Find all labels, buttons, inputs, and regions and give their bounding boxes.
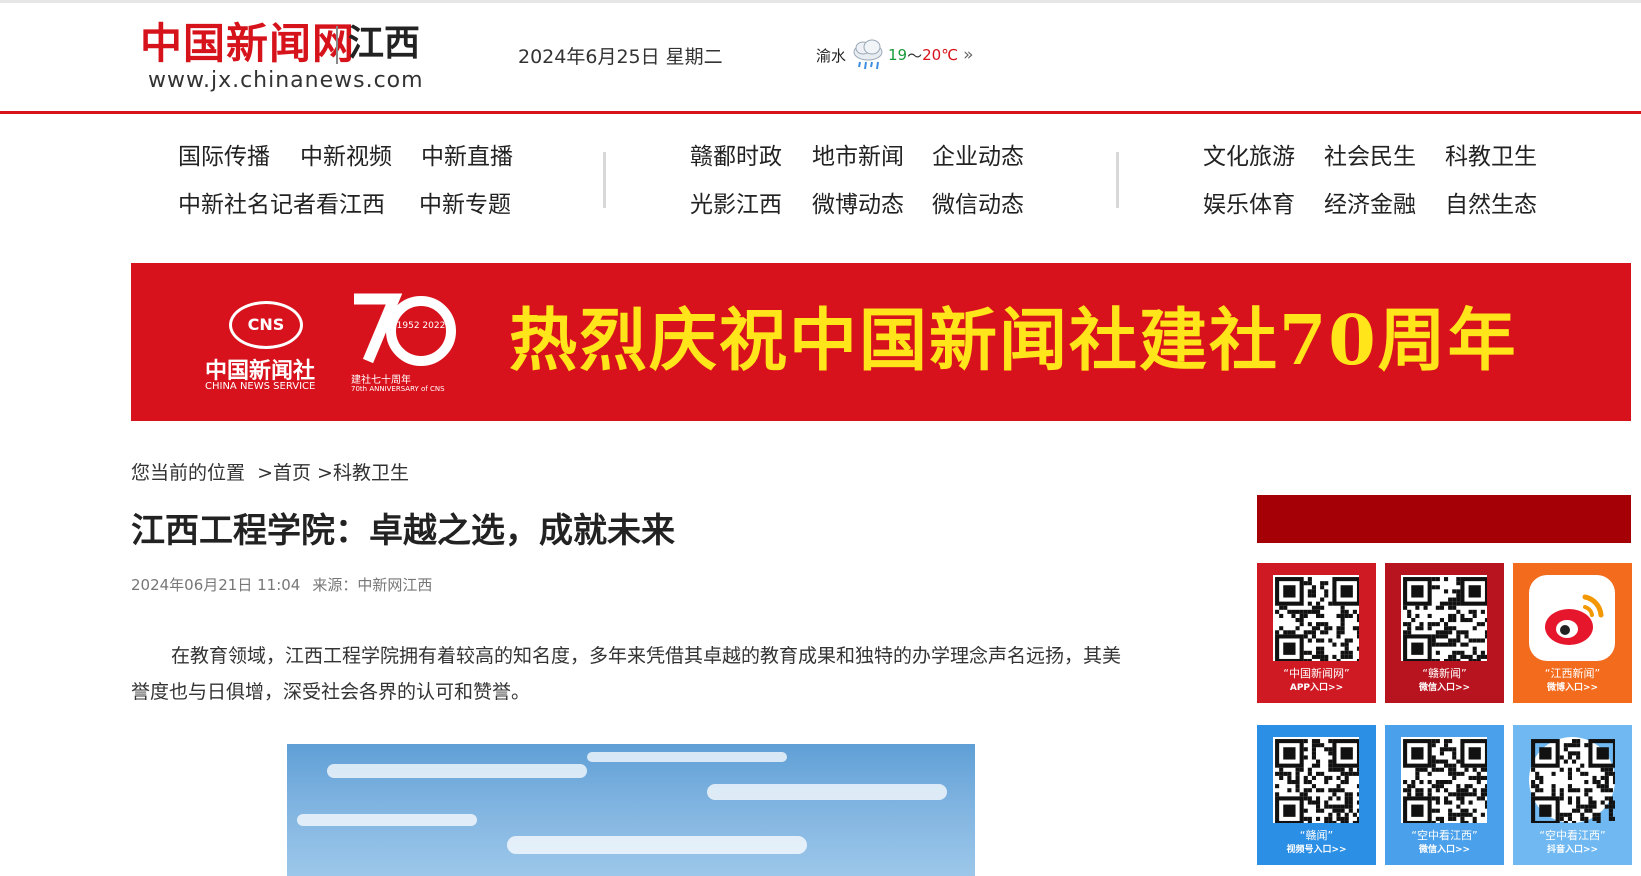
qr-code-icon xyxy=(1529,737,1615,823)
qr-pattern xyxy=(1531,739,1615,823)
weibo-icon xyxy=(1529,575,1615,661)
qr-card-link: 抖音入口>> xyxy=(1546,845,1599,855)
weather-more-icon[interactable]: » xyxy=(963,45,973,65)
breadcrumb-sep: > xyxy=(257,462,273,484)
nav-item-finance[interactable]: 经济金融 xyxy=(1324,190,1416,220)
sky-cloud xyxy=(507,836,807,854)
qr-card-title: “赣闻” xyxy=(1299,829,1334,842)
logo-separator xyxy=(336,26,338,64)
qr-card-link: 微信入口>> xyxy=(1418,845,1471,855)
site-logo[interactable]: 中国新闻网 江西 www.jx.chinanews.com xyxy=(140,19,430,94)
sky-cloud xyxy=(707,784,947,800)
breadcrumb-home[interactable]: 首页 xyxy=(273,462,311,484)
sky-cloud xyxy=(587,752,787,762)
weather-range-sep: ～ xyxy=(907,46,923,65)
qr-pattern xyxy=(1403,739,1487,823)
nav-item-city-news[interactable]: 地市新闻 xyxy=(812,142,904,172)
current-date: 2024年6月25日 星期二 xyxy=(518,46,723,68)
qr-code-icon xyxy=(1273,575,1359,661)
anniversary-cn-text: 建社七十周年 xyxy=(351,375,411,386)
logo-url-text: www.jx.chinanews.com xyxy=(148,68,424,93)
qr-card-title: “空中看江西” xyxy=(1539,829,1606,842)
qr-code-icon xyxy=(1273,737,1359,823)
article-meta: 2024年06月21日 11:04 来源：中新网江西 xyxy=(131,574,444,595)
sky-cloud xyxy=(297,814,477,826)
nav-item-sports[interactable]: 娱乐体育 xyxy=(1203,190,1295,220)
nav-item-science[interactable]: 科教卫生 xyxy=(1445,142,1537,172)
qr-card-video[interactable]: “赣闻” 视频号入口>> xyxy=(1257,725,1376,865)
article-datetime: 2024年06月21日 11:04 xyxy=(131,576,301,594)
weather-high-temp: 20℃ xyxy=(922,46,959,64)
nav-divider-2 xyxy=(1116,152,1119,208)
qr-card-title: “江西新闻” xyxy=(1544,667,1601,680)
banner-title: 热烈庆祝中国新闻社建社70周年 xyxy=(509,301,1518,381)
qr-card-aerial-wechat[interactable]: “空中看江西” 微信入口>> xyxy=(1385,725,1504,865)
qr-card-app[interactable]: “中国新闻网” APP入口>> xyxy=(1257,563,1376,703)
qr-pattern xyxy=(1275,577,1359,661)
logo-chinese-text: 中国新闻网 xyxy=(140,19,356,68)
top-border xyxy=(0,0,1641,3)
breadcrumb-sep: > xyxy=(317,462,333,484)
sidebar-header-bar xyxy=(1257,495,1631,543)
qr-code-icon xyxy=(1401,737,1487,823)
logo-region-text: 江西 xyxy=(348,23,421,64)
qr-card-link: 视频号入口>> xyxy=(1286,845,1347,855)
qr-card-title: “中国新闻网” xyxy=(1283,667,1350,680)
nav-item-special[interactable]: 中新专题 xyxy=(419,190,511,220)
breadcrumb-section[interactable]: 科教卫生 xyxy=(333,462,409,484)
qr-card-link: 微信入口>> xyxy=(1418,683,1471,693)
qr-pattern xyxy=(1275,739,1359,823)
nav-item-politics[interactable]: 赣鄱时政 xyxy=(690,142,782,172)
nav-item-live[interactable]: 中新直播 xyxy=(421,142,513,172)
sky-cloud xyxy=(327,764,587,778)
nav-item-video[interactable]: 中新视频 xyxy=(300,142,392,172)
qr-card-weibo[interactable]: “江西新闻” 微博入口>> xyxy=(1513,563,1632,703)
nav-item-weibo[interactable]: 微博动态 xyxy=(812,190,904,220)
nav-item-society[interactable]: 社会民生 xyxy=(1324,142,1416,172)
nav-item-intl[interactable]: 国际传播 xyxy=(178,142,270,172)
anniversary-en-text: 70th ANNIVERSARY of CNS xyxy=(351,385,445,393)
qr-code-icon xyxy=(1401,575,1487,661)
cns-emblem: CNS xyxy=(229,301,303,349)
nav-item-photo[interactable]: 光影江西 xyxy=(690,190,782,220)
cns-english-name: CHINA NEWS SERVICE xyxy=(205,381,316,392)
breadcrumb: 您当前的位置 >首页 >科教卫生 xyxy=(131,458,409,485)
weather-low-temp: 19 xyxy=(888,46,908,64)
rain-cloud-icon xyxy=(850,38,886,72)
nav-item-reporters[interactable]: 中新社名记者看江西 xyxy=(178,190,385,220)
nav-item-business[interactable]: 企业动态 xyxy=(932,142,1024,172)
weather-widget[interactable]: 渝水 19 ～ 20℃ » xyxy=(816,38,973,72)
nav-divider-1 xyxy=(603,152,606,208)
qr-card-link: 微博入口>> xyxy=(1546,683,1599,693)
weather-city: 渝水 xyxy=(816,46,847,65)
breadcrumb-label: 您当前的位置 xyxy=(131,462,246,484)
article-title: 江西工程学院：卓越之选，成就未来 xyxy=(131,511,675,551)
qr-card-link: APP入口>> xyxy=(1289,683,1344,693)
article-source: 来源：中新网江西 xyxy=(312,576,433,594)
qr-card-title: “赣新闻” xyxy=(1422,667,1467,680)
qr-card-title: “空中看江西” xyxy=(1411,829,1478,842)
header-divider xyxy=(0,111,1641,114)
anniversary-banner[interactable]: CNS 中国新闻社 CHINA NEWS SERVICE 1952 2022 建… xyxy=(131,263,1631,421)
anniversary-years: 1952 2022 xyxy=(397,321,446,331)
nav-item-nature[interactable]: 自然生态 xyxy=(1445,190,1537,220)
qr-pattern xyxy=(1403,577,1487,661)
article-paragraph: 在教育领域，江西工程学院拥有着较高的知名度，多年来凭借其卓越的教育成果和独特的办… xyxy=(131,645,1122,703)
qr-card-wechat-gan[interactable]: “赣新闻” 微信入口>> xyxy=(1385,563,1504,703)
qr-card-aerial-douyin[interactable]: “空中看江西” 抖音入口>> xyxy=(1513,725,1632,865)
nav-item-culture[interactable]: 文化旅游 xyxy=(1203,142,1295,172)
nav-item-wechat[interactable]: 微信动态 xyxy=(932,190,1024,220)
article-image xyxy=(287,744,975,876)
